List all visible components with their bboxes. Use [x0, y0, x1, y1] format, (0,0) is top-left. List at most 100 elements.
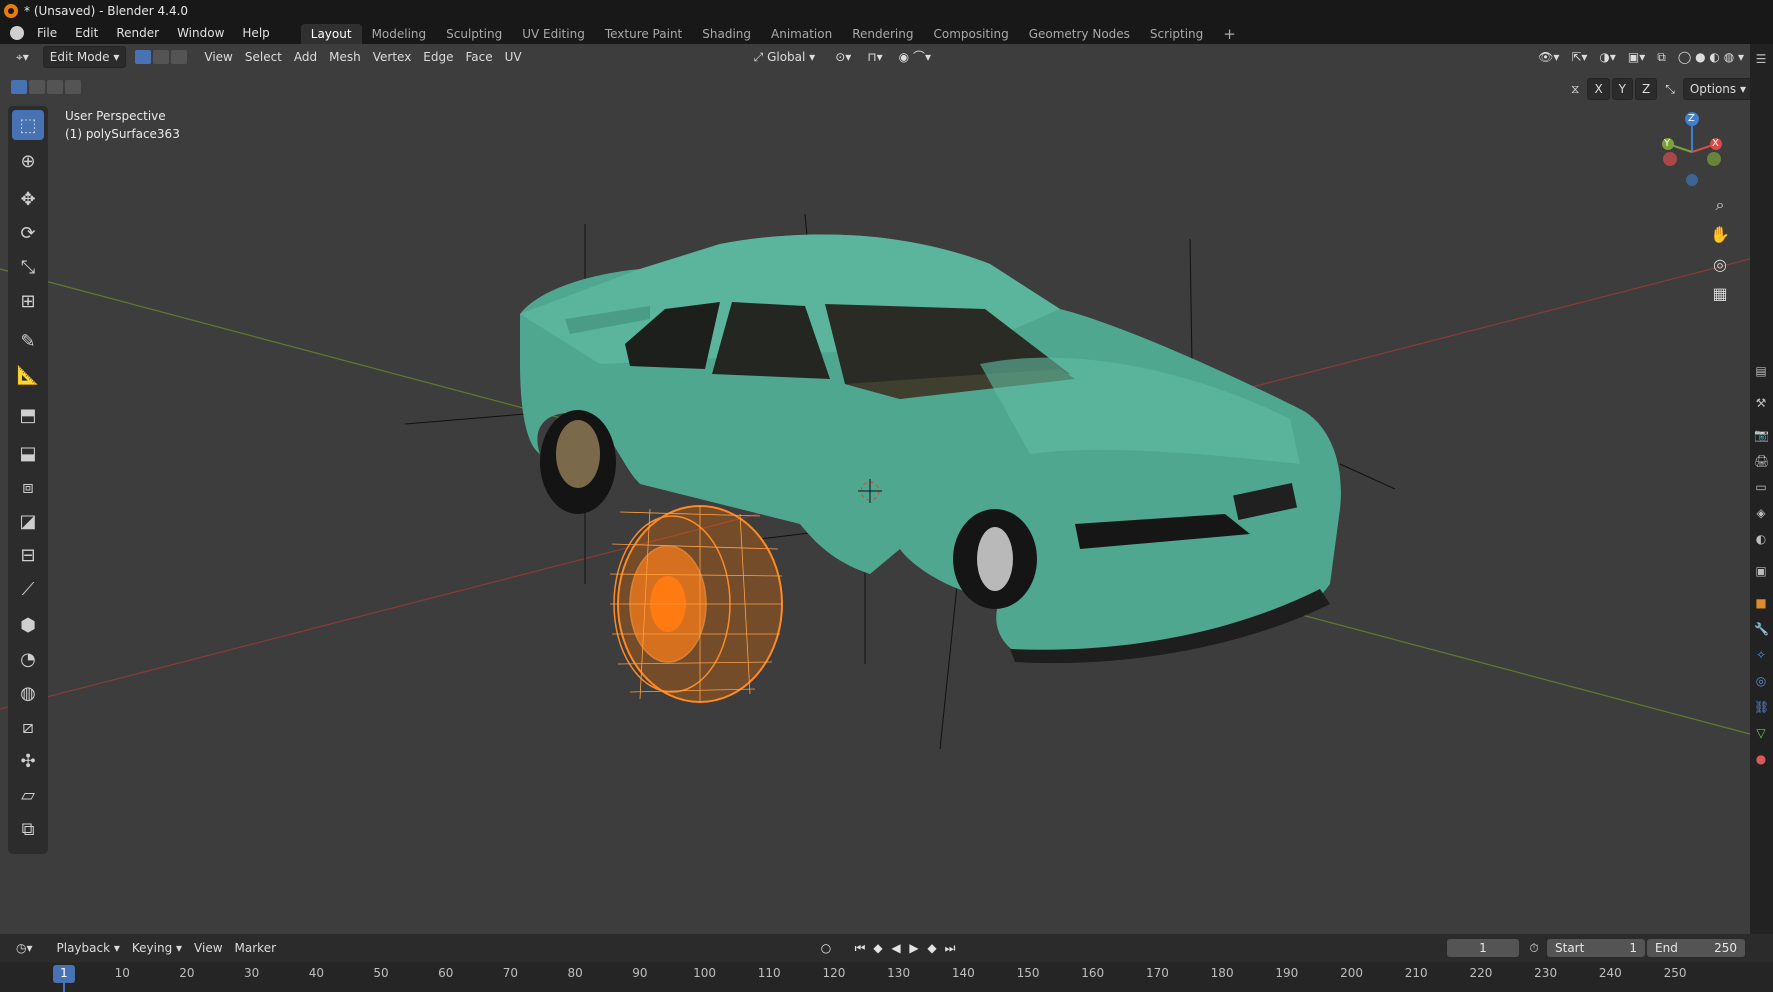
inset-tool-icon[interactable]: ⧈ — [12, 472, 44, 502]
view-layer-icon[interactable]: ▭ — [1754, 480, 1768, 494]
outliner-icon[interactable]: ☰ — [1754, 52, 1768, 66]
next-keyframe-icon[interactable]: ◆ — [923, 941, 941, 955]
scale-tool-icon[interactable]: ⤡ — [12, 252, 44, 282]
constraint-properties-icon[interactable]: ⛓ — [1754, 700, 1769, 714]
edge-slide-tool-icon[interactable]: ⧄ — [12, 712, 44, 742]
face-select-icon[interactable] — [171, 50, 188, 64]
menu-mesh[interactable]: Mesh — [323, 47, 367, 67]
add-cube-tool-icon[interactable]: ⬒ — [12, 400, 44, 430]
modifier-properties-icon[interactable]: 🔧 — [1754, 622, 1769, 636]
preview-range-icon[interactable]: ⏱ — [1525, 941, 1543, 956]
shrink-fatten-tool-icon[interactable]: ✣ — [12, 746, 44, 776]
menu-edit[interactable]: Edit — [66, 22, 107, 44]
tool-properties-icon[interactable]: ⚒ — [1754, 396, 1768, 410]
camera-view-icon[interactable]: ◎ — [1706, 250, 1734, 278]
current-frame-field[interactable]: 1 — [1447, 939, 1519, 957]
menu-playback[interactable]: Playback ▾ — [51, 938, 126, 958]
tab-rendering[interactable]: Rendering — [842, 24, 923, 44]
tab-animation[interactable]: Animation — [761, 24, 842, 44]
start-frame-field[interactable]: Start 1 — [1547, 939, 1645, 957]
menu-vertex[interactable]: Vertex — [367, 47, 418, 67]
prev-keyframe-icon[interactable]: ◆ — [869, 941, 887, 955]
box-select-subtract-icon[interactable] — [47, 80, 63, 94]
physics-properties-icon[interactable]: ◎ — [1754, 674, 1768, 688]
tab-compositing[interactable]: Compositing — [923, 24, 1018, 44]
spin-tool-icon[interactable]: ◔ — [12, 644, 44, 674]
timeline-ruler[interactable]: 1 10 20 30 40 50 60 70 80 90 100 110 120 130 140 150 160… — [0, 962, 1773, 992]
tab-shading[interactable]: Shading — [692, 24, 761, 44]
measure-tool-icon[interactable]: 📐 — [12, 360, 44, 390]
timeline-editor-type-icon[interactable]: ◷▾ — [10, 938, 39, 958]
loop-cut-tool-icon[interactable]: ⊟ — [12, 540, 44, 570]
mesh-overlay-icon[interactable]: ▣▾ — [1622, 47, 1651, 67]
extrude-tool-icon[interactable]: ⬓ — [12, 438, 44, 468]
mirror-x-toggle[interactable]: X — [1587, 78, 1610, 100]
gizmo-toggle-icon[interactable]: ⇱▾ — [1565, 47, 1593, 67]
jump-end-icon[interactable]: ⏭ — [941, 941, 959, 956]
rotate-tool-icon[interactable]: ⟳ — [12, 218, 44, 248]
menu-view[interactable]: View — [198, 47, 238, 67]
tab-modeling[interactable]: Modeling — [362, 24, 437, 44]
knife-tool-icon[interactable]: ⟋ — [12, 574, 44, 604]
select-box-tool-icon[interactable]: ⬚ — [12, 110, 44, 140]
properties-editor-icon[interactable]: ▤ — [1754, 364, 1768, 378]
menu-select[interactable]: Select — [239, 47, 288, 67]
poly-build-tool-icon[interactable]: ⬢ — [12, 610, 44, 640]
bevel-tool-icon[interactable]: ◪ — [12, 506, 44, 536]
menu-window[interactable]: Window — [168, 22, 233, 44]
editor-type-icon[interactable]: ⌖▾ — [10, 47, 35, 67]
menu-file[interactable]: File — [28, 22, 66, 44]
collection-properties-icon[interactable]: ▣ — [1754, 564, 1768, 578]
gizmo-x-label[interactable]: X — [1712, 138, 1719, 149]
smooth-tool-icon[interactable]: ◍ — [12, 678, 44, 708]
vertex-select-icon[interactable] — [135, 50, 152, 64]
box-select-new-icon[interactable] — [11, 80, 27, 94]
annotate-tool-icon[interactable]: ✎ — [12, 326, 44, 356]
add-workspace-button[interactable]: + — [1213, 24, 1246, 44]
tab-texture-paint[interactable]: Texture Paint — [595, 24, 692, 44]
gizmo-z-label[interactable]: Z — [1688, 113, 1695, 124]
pivot-point-icon[interactable]: ⊙▾ — [829, 47, 857, 67]
tab-layout[interactable]: Layout — [300, 24, 362, 44]
zoom-icon[interactable]: ⌕ — [1706, 191, 1734, 219]
scene-properties-icon[interactable]: ◈ — [1754, 506, 1768, 520]
proportional-edit-icon[interactable]: ◉ ⌒▾ — [893, 47, 937, 67]
tab-scripting[interactable]: Scripting — [1140, 24, 1213, 44]
xray-toggle-icon[interactable]: ⧉ — [1651, 47, 1672, 67]
menu-uv[interactable]: UV — [499, 47, 528, 67]
edge-select-icon[interactable] — [153, 50, 170, 64]
mirror-z-toggle[interactable]: Z — [1635, 78, 1658, 100]
cursor-tool-icon[interactable]: ⊕ — [12, 146, 44, 176]
overlay-toggle-icon[interactable]: ◑▾ — [1593, 47, 1622, 67]
transform-tool-icon[interactable]: ⊞ — [12, 286, 44, 316]
auto-keying-icon[interactable]: ○ — [817, 941, 835, 955]
mirror-y-toggle[interactable]: Y — [1611, 78, 1634, 100]
tab-sculpting[interactable]: Sculpting — [436, 24, 512, 44]
play-reverse-icon[interactable]: ◀ — [887, 941, 905, 955]
menu-timeline-view[interactable]: View — [188, 938, 228, 958]
world-properties-icon[interactable]: ◐ — [1754, 532, 1768, 546]
rip-tool-icon[interactable]: ⧉ — [12, 814, 44, 844]
perspective-grid-icon[interactable]: ▦ — [1706, 279, 1734, 307]
play-icon[interactable]: ▶ — [905, 941, 923, 955]
menu-render[interactable]: Render — [107, 22, 168, 44]
blender-menu-icon[interactable] — [10, 26, 24, 40]
menu-add[interactable]: Add — [288, 47, 323, 67]
output-properties-icon[interactable]: 🖨 — [1754, 454, 1769, 468]
end-frame-field[interactable]: End 250 — [1647, 939, 1745, 957]
menu-keying[interactable]: Keying ▾ — [126, 938, 188, 958]
data-properties-icon[interactable]: ▽ — [1754, 726, 1768, 740]
particles-properties-icon[interactable]: ✧ — [1754, 648, 1768, 662]
jump-start-icon[interactable]: ⏮ — [851, 941, 869, 956]
menu-face[interactable]: Face — [460, 47, 499, 67]
mirror-icon[interactable]: ⧖ — [1565, 79, 1585, 99]
transform-orientation-dropdown[interactable]: ⤢ Global ▾ — [748, 47, 822, 67]
snap-icon[interactable]: ⊓▾ — [861, 47, 888, 67]
menu-marker[interactable]: Marker — [229, 938, 282, 958]
menu-edge[interactable]: Edge — [417, 47, 459, 67]
mode-selector[interactable]: Edit Mode ▾ — [42, 46, 127, 68]
visibility-icon[interactable]: 👁▾ — [1532, 47, 1565, 67]
box-select-invert-icon[interactable] — [65, 80, 81, 94]
gizmo-y-label[interactable]: Y — [1664, 138, 1670, 149]
pan-hand-icon[interactable]: ✋ — [1706, 220, 1734, 248]
